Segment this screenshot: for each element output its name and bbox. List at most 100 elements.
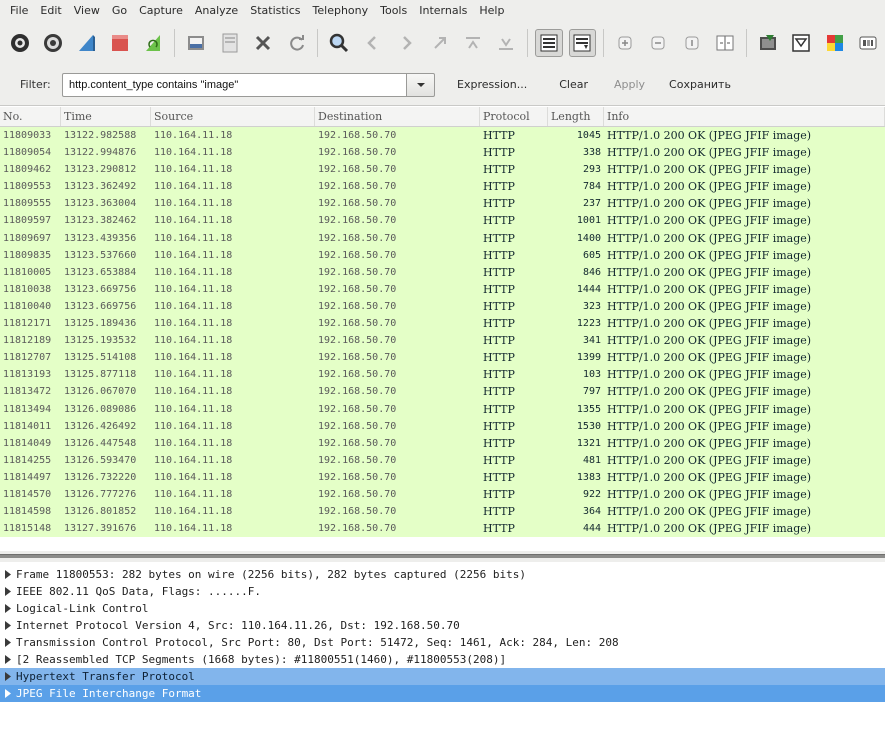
column-header-length[interactable]: Length [548, 107, 604, 126]
table-row[interactable]: 11810038 13123.669756 110.164.11.18 192.168… [0, 280, 885, 298]
go-first-packet-button[interactable] [459, 29, 486, 57]
table-row[interactable]: 11809054 13122.994876 110.164.11.18 192.168… [0, 144, 885, 162]
expand-arrow-icon[interactable] [3, 587, 12, 596]
table-row[interactable]: 11813494 13126.089086 110.164.11.18 192.168… [0, 400, 885, 418]
zoom-in-button[interactable] [611, 29, 638, 57]
tree-item[interactable]: JPEG File Interchange Format [0, 685, 885, 702]
column-header-source[interactable]: Source [151, 107, 315, 126]
menu-analyze[interactable]: Analyze [189, 0, 244, 22]
column-header-info[interactable]: Info [604, 107, 885, 126]
menu-file[interactable]: File [4, 0, 34, 22]
preferences-button[interactable] [855, 29, 882, 57]
go-to-packet-button[interactable] [426, 29, 453, 57]
menu-go[interactable]: Go [106, 0, 133, 22]
menu-help[interactable]: Help [473, 0, 510, 22]
cell-len: 1321 [576, 437, 601, 449]
capture-options-button[interactable] [39, 29, 66, 57]
reload-file-button[interactable] [283, 29, 310, 57]
splitter-handle[interactable] [0, 554, 885, 558]
expand-arrow-icon[interactable] [3, 655, 12, 664]
menu-internals[interactable]: Internals [413, 0, 473, 22]
coloring-rules-button[interactable] [821, 29, 848, 57]
table-row[interactable]: 11812189 13125.193532 110.164.11.18 192.168… [0, 332, 885, 350]
table-row[interactable]: 11809555 13123.363004 110.164.11.18 192.168… [0, 195, 885, 213]
save-file-button[interactable] [216, 29, 243, 57]
table-row[interactable]: 11810040 13123.669756 110.164.11.18 192.168… [0, 297, 885, 316]
display-filters-button[interactable] [788, 29, 815, 57]
capture-interfaces-button[interactable] [6, 29, 33, 57]
column-header-time[interactable]: Time [61, 107, 151, 126]
packet-details-tree[interactable]: Frame 11800553: 282 bytes on wire (2256 … [0, 566, 885, 730]
table-row[interactable]: 11814570 13126.777276 110.164.11.18 192.168… [0, 485, 885, 504]
restart-capture-button[interactable] [140, 29, 167, 57]
capture-filters-button[interactable] [754, 29, 781, 57]
table-row[interactable]: 11814598 13126.801852 110.164.11.18 192.168… [0, 503, 885, 521]
menu-statistics[interactable]: Statistics [244, 0, 306, 22]
tree-item[interactable]: IEEE 802.11 QoS Data, Flags: ......F. [0, 583, 885, 600]
save-filter-button[interactable]: Сохранить [669, 78, 731, 91]
tree-item[interactable]: Transmission Control Protocol, Src Port:… [0, 634, 885, 651]
cell-len: 444 [582, 523, 601, 535]
tree-item[interactable]: Internet Protocol Version 4, Src: 110.16… [0, 617, 885, 634]
tree-item[interactable]: Frame 11800553: 282 bytes on wire (2256 … [0, 566, 885, 583]
open-file-button[interactable] [182, 29, 209, 57]
tree-item[interactable]: Logical-Link Control [0, 600, 885, 617]
pane-splitter[interactable] [0, 551, 885, 562]
menu-telephony[interactable]: Telephony [307, 0, 375, 22]
menu-edit[interactable]: Edit [34, 0, 67, 22]
menu-tools[interactable]: Tools [374, 0, 413, 22]
zoom-out-button[interactable] [645, 29, 672, 57]
table-row[interactable]: 11809597 13123.382462 110.164.11.18 192.168… [0, 212, 885, 230]
resize-columns-button[interactable] [712, 29, 739, 57]
table-row[interactable]: 11812707 13125.514108 110.164.11.18 192.168… [0, 349, 885, 367]
cell-src: 110.164.11.18 [154, 386, 233, 398]
cell-proto: HTTP [483, 265, 515, 279]
expand-arrow-icon[interactable] [3, 570, 12, 579]
filter-history-dropdown[interactable] [407, 72, 435, 97]
expression-button[interactable]: Expression... [457, 78, 527, 91]
tree-item[interactable]: [2 Reassembled TCP Segments (1668 bytes)… [0, 651, 885, 668]
expand-arrow-icon[interactable] [3, 604, 12, 613]
cell-time: 13123.363004 [64, 198, 137, 210]
table-row[interactable]: 11809835 13123.537660 110.164.11.18 192.168… [0, 246, 885, 264]
menu-capture[interactable]: Capture [133, 0, 189, 22]
table-row[interactable]: 11815148 13127.391676 110.164.11.18 192.168… [0, 520, 885, 538]
display-filter-input[interactable] [62, 72, 407, 97]
tree-item[interactable]: Hypertext Transfer Protocol [0, 668, 885, 685]
table-row[interactable]: 11814011 13126.426492 110.164.11.18 192.168… [0, 417, 885, 435]
table-row[interactable]: 11814049 13126.447548 110.164.11.18 192.168… [0, 434, 885, 452]
close-file-button[interactable] [249, 29, 276, 57]
expand-arrow-icon[interactable] [3, 621, 12, 630]
expand-arrow-icon[interactable] [3, 689, 12, 698]
table-row[interactable]: 11812171 13125.189436 110.164.11.18 192.168… [0, 315, 885, 333]
table-row[interactable]: 11810005 13123.653884 110.164.11.18 192.168… [0, 263, 885, 281]
clear-button[interactable]: Clear [559, 78, 588, 91]
table-row[interactable]: 11814255 13126.593470 110.164.11.18 192.168… [0, 451, 885, 469]
find-packet-button[interactable] [325, 29, 352, 57]
column-header-protocol[interactable]: Protocol [480, 107, 548, 126]
menu-view[interactable]: View [68, 0, 106, 22]
expand-arrow-icon[interactable] [3, 638, 12, 647]
zoom-normal-button[interactable] [678, 29, 705, 57]
table-row[interactable]: 11813472 13126.067070 110.164.11.18 192.168… [0, 383, 885, 401]
cell-proto: HTTP [483, 419, 515, 433]
apply-button[interactable]: Apply [614, 78, 645, 91]
table-row[interactable]: 11809697 13123.439356 110.164.11.18 192.168… [0, 229, 885, 247]
go-back-button[interactable] [359, 29, 386, 57]
go-forward-button[interactable] [392, 29, 419, 57]
table-row[interactable]: 11813193 13125.877118 110.164.11.18 192.168… [0, 366, 885, 384]
auto-scroll-button[interactable] [568, 29, 597, 57]
cell-no: 11809597 [3, 215, 52, 227]
packet-list[interactable]: No. Time Source Destination Protocol Len… [0, 107, 885, 551]
stop-capture-button[interactable] [106, 29, 133, 57]
table-row[interactable]: 11809462 13123.290812 110.164.11.18 192.168… [0, 161, 885, 179]
table-row[interactable]: 11809553 13123.362492 110.164.11.18 192.168… [0, 178, 885, 196]
colorize-button[interactable] [535, 29, 563, 57]
column-header-destination[interactable]: Destination [315, 107, 480, 126]
table-row[interactable]: 11809033 13122.982588 110.164.11.18 192.168… [0, 127, 885, 145]
start-capture-button[interactable] [73, 29, 100, 57]
go-last-packet-button[interactable] [493, 29, 520, 57]
column-header-no[interactable]: No. [0, 107, 61, 126]
table-row[interactable]: 11814497 13126.732220 110.164.11.18 192.168… [0, 468, 885, 486]
expand-arrow-icon[interactable] [3, 672, 12, 681]
